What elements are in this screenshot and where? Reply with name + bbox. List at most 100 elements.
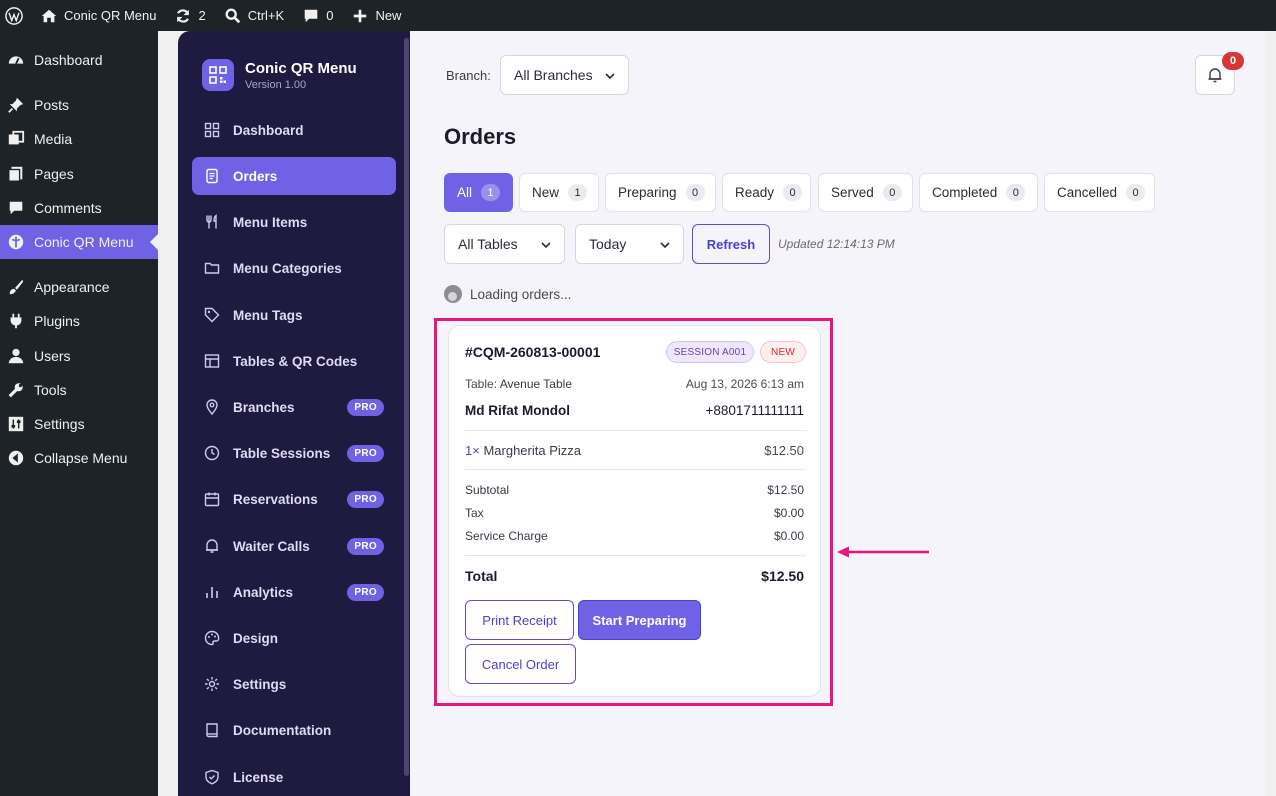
- nav-menu-categories[interactable]: Menu Categories: [192, 249, 396, 287]
- nav-waiter-calls[interactable]: Waiter Calls PRO: [192, 527, 396, 565]
- table-label: Table:: [465, 377, 498, 391]
- receipt-icon: [206, 168, 218, 184]
- nav-label: Table Sessions: [233, 445, 331, 461]
- menu-label: Conic QR Menu: [34, 234, 134, 250]
- menu-label: Media: [34, 131, 73, 147]
- item-qty: 1×: [465, 443, 480, 458]
- page-scrollbar[interactable]: [1266, 31, 1276, 796]
- tab-served[interactable]: Served 0: [818, 173, 913, 212]
- search-link[interactable]: Ctrl+K: [215, 0, 293, 31]
- nav-settings[interactable]: Settings: [192, 665, 396, 703]
- menu-item-users[interactable]: Users: [0, 339, 158, 373]
- sidebar-scrollbar[interactable]: [404, 38, 409, 776]
- nav-menu-tags[interactable]: Menu Tags: [192, 296, 396, 334]
- chevron-down-icon: [605, 73, 615, 80]
- nav-label: Design: [233, 630, 279, 646]
- tab-completed[interactable]: Completed 0: [919, 173, 1038, 212]
- nav-tables-qr-codes[interactable]: Tables & QR Codes: [192, 342, 396, 380]
- nav-table-sessions[interactable]: Table Sessions PRO: [192, 434, 396, 472]
- plugin-name: Conic QR Menu: [245, 59, 357, 77]
- menu-item-plugins[interactable]: Plugins: [0, 304, 158, 338]
- pro-badge: PRO: [347, 491, 384, 508]
- pro-badge: PRO: [347, 584, 384, 601]
- utensils-icon: [206, 214, 217, 229]
- nav-label: Analytics: [233, 584, 294, 600]
- menu-item-appearance[interactable]: Appearance: [0, 270, 158, 304]
- menu-item-conic-qr-menu[interactable]: Conic QR Menu: [0, 225, 158, 259]
- menu-label: Settings: [34, 416, 85, 432]
- collapse-icon: [6, 448, 26, 468]
- plugin-version: Version 1.00: [245, 78, 307, 91]
- tab-label: Ready: [735, 185, 775, 200]
- customer-phone: +8801711111111: [705, 403, 804, 418]
- site-name-link[interactable]: Conic QR Menu: [31, 0, 165, 31]
- plugin-sidebar: Conic QR Menu Version 1.00 Dashboard Ord…: [178, 31, 410, 796]
- nav-menu-items[interactable]: Menu Items: [192, 203, 396, 241]
- wordpress-logo-icon[interactable]: [0, 0, 31, 31]
- menu-item-pages[interactable]: Pages: [0, 157, 158, 191]
- pro-badge: PRO: [347, 538, 384, 555]
- updated-timestamp: Updated 12:14:13 PM: [778, 237, 895, 251]
- menu-item-tools[interactable]: Tools: [0, 373, 158, 407]
- notifications-button[interactable]: 0: [1195, 52, 1244, 95]
- print-receipt-button[interactable]: Print Receipt: [465, 600, 574, 640]
- nav-orders[interactable]: Orders: [192, 157, 396, 195]
- new-content-link[interactable]: New: [342, 0, 410, 31]
- menu-item-media[interactable]: Media: [0, 122, 158, 156]
- menu-label: Tools: [34, 382, 67, 398]
- order-card: #CQM-260813-00001 SESSION A001 NEW Table…: [448, 325, 821, 697]
- folder-icon: [204, 262, 220, 274]
- notifications-badge: 0: [1222, 52, 1244, 70]
- menu-item-posts[interactable]: Posts: [0, 88, 158, 122]
- tab-preparing[interactable]: Preparing 0: [605, 173, 716, 212]
- tab-count: 0: [685, 184, 705, 201]
- menu-label: Comments: [34, 200, 102, 216]
- customer-name: Md Rifat Mondol: [465, 403, 570, 418]
- tab-all[interactable]: All 1: [444, 173, 513, 212]
- nav-reservations[interactable]: Reservations PRO: [192, 480, 396, 518]
- nav-license[interactable]: License: [192, 758, 396, 796]
- comments-count: 0: [326, 8, 334, 23]
- cancel-order-button[interactable]: Cancel Order: [465, 644, 576, 684]
- nav-branches[interactable]: Branches PRO: [192, 388, 396, 426]
- branch-select[interactable]: All Branches: [500, 55, 629, 95]
- tab-ready[interactable]: Ready 0: [722, 173, 811, 212]
- nav-documentation[interactable]: Documentation: [192, 711, 396, 749]
- date-filter-select[interactable]: Today: [575, 224, 684, 264]
- tab-count: 0: [1126, 184, 1146, 201]
- nav-label: Menu Items: [233, 214, 308, 230]
- site-name: Conic QR Menu: [64, 8, 157, 23]
- service-charge-value: $0.00: [773, 529, 804, 543]
- comments-link[interactable]: 0: [293, 0, 342, 31]
- dashboard-icon: [6, 50, 26, 70]
- nav-label: Settings: [233, 676, 287, 692]
- nav-label: License: [233, 769, 284, 785]
- nav-label: Tables & QR Codes: [233, 353, 358, 369]
- loading-text: Loading orders...: [470, 286, 572, 302]
- branch-label: Branch:: [446, 68, 491, 83]
- search-shortcut: Ctrl+K: [247, 8, 285, 23]
- start-preparing-button[interactable]: Start Preparing: [578, 600, 701, 640]
- bell-icon: [1208, 68, 1222, 83]
- updates-link[interactable]: 2: [165, 0, 214, 31]
- menu-item-comments[interactable]: Comments: [0, 191, 158, 225]
- menu-item-dashboard[interactable]: Dashboard: [0, 43, 158, 77]
- tab-new[interactable]: New 1: [519, 173, 599, 212]
- nav-label: Reservations: [233, 491, 318, 507]
- clock-icon: [204, 445, 220, 461]
- tab-count: 1: [481, 184, 501, 201]
- menu-item-settings[interactable]: Settings: [0, 407, 158, 441]
- nav-analytics[interactable]: Analytics PRO: [192, 573, 396, 611]
- collapse-menu-button[interactable]: Collapse Menu: [0, 441, 158, 475]
- tab-cancelled[interactable]: Cancelled 0: [1044, 173, 1155, 212]
- spinner-icon: [444, 285, 462, 303]
- tab-count: 0: [1006, 184, 1026, 201]
- refresh-icon: [177, 8, 190, 23]
- nav-design[interactable]: Design: [192, 619, 396, 657]
- admin-bar: Conic QR Menu 2 Ctrl+K 0 New: [0, 0, 1276, 31]
- tab-count: 0: [783, 184, 803, 201]
- table-filter-select[interactable]: All Tables: [444, 224, 565, 264]
- nav-dashboard[interactable]: Dashboard: [192, 111, 396, 149]
- nav-label: Branches: [233, 399, 295, 415]
- refresh-button[interactable]: Refresh: [692, 224, 770, 264]
